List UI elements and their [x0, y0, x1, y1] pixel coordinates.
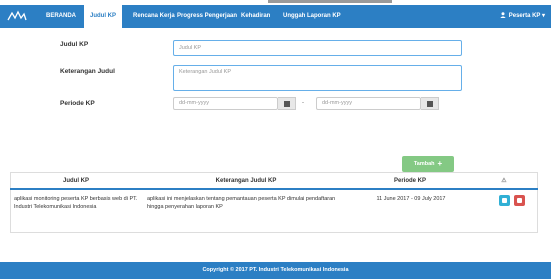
nav-judul-kp[interactable]: Judul KP: [84, 5, 123, 28]
date-start-placeholder: dd-mm-yyyy: [179, 100, 209, 106]
nav-kehadiran[interactable]: Kehadiran: [241, 5, 270, 28]
edit-button[interactable]: [499, 195, 510, 206]
keterangan-textarea[interactable]: Keterangan Judul KP: [173, 65, 462, 91]
top-navbar: BERANDA Judul KP Rencana Kerja Progress …: [0, 5, 551, 28]
nav-rencana-kerja[interactable]: Rencana Kerja: [133, 5, 175, 28]
user-label: Peserta KP: [508, 13, 541, 19]
plus-icon: +: [437, 158, 443, 168]
periode-label: Periode KP: [60, 100, 95, 107]
judul-label: Judul KP: [60, 41, 89, 48]
cell-keterangan: aplikasi ini menjelaskan tentang pemanta…: [147, 196, 336, 210]
calendar-icon: [283, 101, 290, 107]
cell-periode: 11 June 2017 - 09 July 2017: [376, 196, 446, 202]
tambah-button[interactable]: Tambah +: [402, 156, 454, 172]
judul-input[interactable]: Judul KP: [173, 40, 462, 56]
trash-icon: [517, 198, 522, 203]
calendar-start-button[interactable]: [278, 97, 296, 110]
keterangan-label: Keterangan Judul: [60, 68, 115, 75]
keterangan-placeholder: Keterangan Judul KP: [179, 69, 231, 75]
nav-unggah-laporan[interactable]: Unggah Laporan KP: [283, 5, 341, 28]
date-end-input[interactable]: dd-mm-yyyy: [316, 97, 421, 110]
delete-button[interactable]: [514, 195, 525, 206]
app-logo-icon[interactable]: [6, 9, 28, 23]
table-header: Judul KP Keterangan Judul KP Periode KP …: [10, 172, 538, 189]
date-separator: -: [302, 100, 304, 106]
date-start-input[interactable]: dd-mm-yyyy: [173, 97, 278, 110]
window-top-strip: [268, 0, 392, 3]
calendar-icon: [426, 101, 433, 107]
user-menu[interactable]: Peserta KP ▾: [500, 5, 545, 28]
table-row: aplikasi monitoring peserta KP berbasis …: [10, 190, 538, 233]
nav-beranda[interactable]: BERANDA: [46, 5, 76, 28]
footer: Copyright © 2017 PT. Industri Telekomuni…: [0, 262, 551, 279]
nav-progress-pengerjaan[interactable]: Progress Pengerjaan: [177, 5, 237, 28]
tambah-label: Tambah: [413, 161, 435, 167]
calendar-end-button[interactable]: [421, 97, 439, 110]
judul-placeholder: Judul KP: [179, 45, 202, 51]
cell-judul: aplikasi monitoring peserta KP berbasis …: [14, 196, 138, 210]
date-end-placeholder: dd-mm-yyyy: [322, 100, 352, 106]
edit-icon: [502, 198, 507, 203]
user-icon: [500, 12, 506, 19]
